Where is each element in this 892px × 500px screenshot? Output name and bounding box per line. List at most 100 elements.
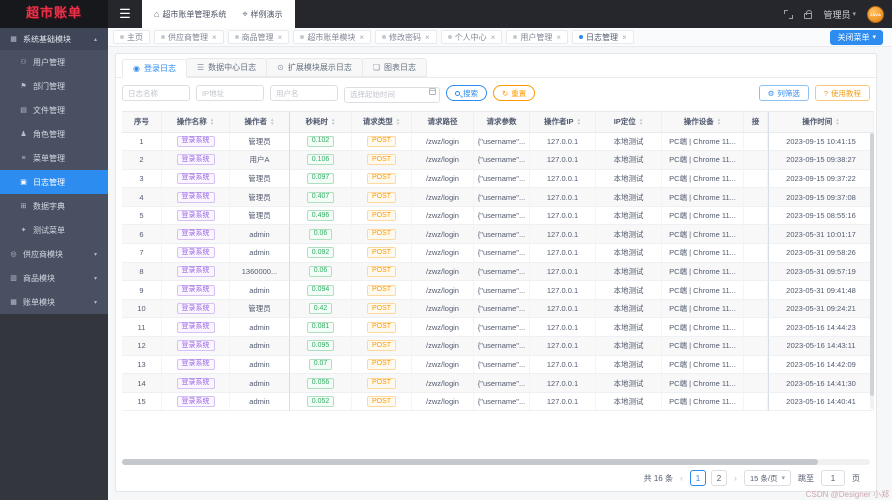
lock-icon[interactable] (804, 9, 813, 19)
file-icon: ▤ (20, 107, 27, 114)
column-header-操作名称[interactable]: 操作名称 ▲ ▼ (162, 110, 230, 133)
ip-address-input[interactable] (196, 85, 264, 102)
name-tag[interactable]: 登录系统 (176, 210, 215, 222)
seconds-tag: 0.407 (306, 191, 335, 203)
search-button[interactable]: 搜索 (446, 85, 487, 102)
name-tag[interactable]: 登录系统 (176, 228, 215, 240)
log-tab-扩展模块展示日志[interactable]: ⊙ 扩展模块展示日志 (266, 58, 363, 77)
sidebar-item-日志管理[interactable]: ▣ 日志管理 (0, 170, 108, 194)
sidebar-item-文件管理[interactable]: ▤ 文件管理 (0, 98, 108, 122)
sidebar-item-角色管理[interactable]: ♟ 角色管理 (0, 122, 108, 146)
app-root: 超市账单 ☰ ⌂ 超市账单管理系统 ⌖ 样例演示 管理员 ▾ JAVA 主页 供应… (0, 0, 892, 500)
name-tag[interactable]: 登录系统 (176, 265, 215, 277)
cell-time: 2023-05-31 09:41:48 (768, 281, 874, 300)
next-page-icon[interactable]: › (734, 473, 737, 483)
avatar[interactable]: JAVA (867, 5, 884, 23)
column-header-操作者IP[interactable]: 操作者IP ▲ ▼ (530, 110, 596, 133)
no-text: 6 (139, 229, 144, 239)
sort-icon[interactable]: ▲ ▼ (577, 117, 581, 125)
page-tab-商品管理[interactable]: 商品管理 × (227, 30, 290, 44)
name-tag[interactable]: 登录系统 (176, 396, 215, 408)
cell-ip: 127.0.0.1 (530, 225, 596, 245)
page-tab-修改密码[interactable]: 修改密码 × (375, 30, 437, 44)
name-tag[interactable]: 登录系统 (176, 284, 215, 296)
log-tab-图表日志[interactable]: ❏ 图表日志 (361, 58, 428, 77)
name-tag[interactable]: 登录系统 (176, 135, 215, 147)
sidebar-group-账单模块[interactable]: ▦ 账单模块 ▾ (0, 290, 108, 314)
cell-no: 9 (122, 281, 162, 300)
page-tab-主页[interactable]: 主页 (113, 30, 150, 44)
tab-close-icon[interactable]: × (622, 33, 627, 42)
column-header-秒耗时[interactable]: 秒耗时 ▲ ▼ (290, 110, 352, 133)
start-time-picker[interactable] (344, 84, 440, 103)
tab-close-icon[interactable]: × (359, 33, 364, 42)
column-filter-button[interactable]: ⚙ 列筛选 (758, 85, 809, 102)
scrollbar-thumb[interactable] (122, 459, 818, 465)
name-tag[interactable]: 登录系统 (176, 377, 215, 389)
column-header-操作设备[interactable]: 操作设备 ▲ ▼ (662, 110, 744, 133)
close-menu-button[interactable]: 关闭菜单 ▾ (830, 29, 883, 45)
reset-button[interactable]: ↻ 重置 (493, 85, 536, 102)
name-tag[interactable]: 登录系统 (176, 191, 215, 203)
sort-icon[interactable]: ▲ ▼ (835, 117, 839, 125)
page-tab-用户管理[interactable]: 用户管理 × (506, 30, 569, 44)
page-button-1[interactable]: 1 (689, 470, 706, 486)
name-tag[interactable]: 登录系统 (176, 358, 215, 370)
cell-type: POST (352, 151, 412, 170)
sort-icon[interactable]: ▲ ▼ (270, 117, 274, 125)
no-text: 1 (139, 136, 144, 146)
vertical-scrollbar[interactable] (870, 132, 874, 410)
page-size-select[interactable]: 15 条/页 ▾ (743, 470, 791, 486)
sidebar-item-label: 测试菜单 (33, 225, 65, 235)
tab-close-icon[interactable]: × (212, 33, 217, 42)
column-header-操作时间[interactable]: 操作时间 ▲ ▼ (768, 110, 874, 133)
name-tag[interactable]: 登录系统 (176, 172, 215, 184)
seconds-tag: 0.106 (306, 154, 335, 166)
column-header-IP定位[interactable]: IP定位 ▲ ▼ (596, 110, 662, 133)
tab-close-icon[interactable]: × (491, 33, 496, 42)
column-header-操作者[interactable]: 操作者 ▲ ▼ (230, 110, 290, 133)
tab-close-icon[interactable]: × (278, 33, 283, 42)
breadcrumb-demo[interactable]: ⌖ 样例演示 (242, 9, 282, 20)
jump-page-input[interactable] (821, 470, 845, 486)
log-name-input[interactable] (122, 85, 190, 102)
page-tab-日志管理[interactable]: 日志管理 × (572, 30, 634, 44)
sidebar-item-数据字典[interactable]: ⊞ 数据字典 (0, 194, 108, 218)
tab-close-icon[interactable]: × (556, 33, 561, 42)
user-menu[interactable]: 管理员 ▾ (823, 8, 856, 21)
sort-icon[interactable]: ▲ ▼ (331, 117, 335, 125)
prev-page-icon[interactable]: ‹ (680, 473, 683, 483)
name-tag[interactable]: 登录系统 (176, 303, 215, 315)
start-time-input[interactable] (344, 86, 440, 103)
sort-icon[interactable]: ▲ ▼ (717, 117, 721, 125)
page-tab-供应商管理[interactable]: 供应商管理 × (154, 30, 224, 44)
menu-collapse-icon[interactable]: ☰ (108, 0, 142, 28)
log-tab-数据中心日志[interactable]: ☰ 数据中心日志 (185, 58, 268, 77)
sort-icon[interactable]: ▲ ▼ (396, 117, 400, 125)
tutorial-button[interactable]: ? 使用教程 (814, 85, 870, 102)
sidebar-group-商品模块[interactable]: ▥ 商品模块 ▾ (0, 266, 108, 290)
sidebar-group-system[interactable]: ▦ 系统基础模块 ▴ (0, 28, 108, 50)
name-tag[interactable]: 登录系统 (176, 340, 215, 352)
fullscreen-icon[interactable] (784, 9, 794, 19)
username-input[interactable] (270, 85, 338, 102)
name-tag[interactable]: 登录系统 (176, 247, 215, 259)
name-tag[interactable]: 登录系统 (176, 321, 215, 333)
name-tag[interactable]: 登录系统 (176, 154, 215, 166)
sidebar-group-供应商模块[interactable]: ◎ 供应商模块 ▾ (0, 242, 108, 266)
sort-icon[interactable]: ▲ ▼ (210, 117, 214, 125)
sidebar-item-菜单管理[interactable]: ≡ 菜单管理 (0, 146, 108, 170)
page-tab-超市账单模块[interactable]: 超市账单模块 × (293, 30, 372, 44)
page-tab-个人中心[interactable]: 个人中心 × (440, 30, 503, 44)
horizontal-scrollbar[interactable] (122, 459, 870, 465)
cell-location: 本地测试 (596, 206, 662, 226)
log-tab-登录日志[interactable]: ◉ 登录日志 (122, 59, 187, 78)
sidebar-item-用户管理[interactable]: ⚇ 用户管理 (0, 50, 108, 74)
page-button-2[interactable]: 2 (710, 470, 727, 486)
breadcrumb-app-title[interactable]: ⌂ 超市账单管理系统 (154, 9, 226, 20)
sidebar-item-部门管理[interactable]: ⚑ 部门管理 (0, 74, 108, 98)
sort-icon[interactable]: ▲ ▼ (639, 117, 643, 125)
column-header-请求类型[interactable]: 请求类型 ▲ ▼ (352, 110, 412, 133)
sidebar-item-测试菜单[interactable]: ✦ 测试菜单 (0, 218, 108, 242)
tab-close-icon[interactable]: × (425, 33, 430, 42)
